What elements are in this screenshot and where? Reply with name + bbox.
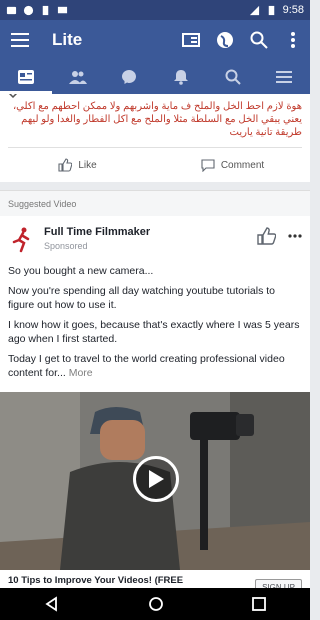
- play-icon: [149, 470, 164, 488]
- cta-row: 10 Tips to Improve Your Videos! (FREE WE…: [0, 570, 310, 588]
- bell-icon: [173, 70, 188, 85]
- search-icon: [225, 69, 241, 85]
- comment-label: Comment: [220, 159, 265, 171]
- comment-button[interactable]: Comment: [155, 158, 310, 172]
- search-button[interactable]: [242, 20, 276, 60]
- nav-tabs: [0, 60, 310, 94]
- ad-paragraph-text: Today I get to travel to the world creat…: [8, 353, 285, 379]
- ad-paragraph: Now you're spending all day watching you…: [8, 285, 275, 311]
- tab-search[interactable]: [207, 60, 259, 94]
- messenger-icon: [122, 70, 137, 84]
- app-title: Lite: [52, 30, 83, 49]
- book-icon: [182, 33, 200, 47]
- system-nav-bar: [0, 588, 310, 620]
- like-page-icon[interactable]: [256, 226, 276, 246]
- post-text: هوة لازم احط الخل والملح ف ماية واشربهم …: [12, 101, 302, 138]
- page-avatar[interactable]: [8, 226, 36, 254]
- ad-header: Full Time Filmmaker Sponsored: [0, 216, 310, 260]
- chevron-down-icon[interactable]: [8, 94, 18, 98]
- globe-button[interactable]: [208, 20, 242, 60]
- status-bar: 9:58: [0, 0, 310, 20]
- like-button[interactable]: Like: [0, 158, 155, 172]
- back-icon[interactable]: [44, 596, 60, 612]
- tab-friends[interactable]: [52, 60, 104, 94]
- recents-icon[interactable]: [252, 597, 266, 611]
- page-name[interactable]: Full Time Filmmaker: [44, 226, 150, 238]
- running-figure-logo-icon: [12, 227, 30, 253]
- more-vert-icon: [291, 32, 295, 48]
- sponsored-label: Sponsored: [44, 241, 88, 251]
- news-feed[interactable]: هوة لازم احط الخل والملح ف ماية واشربهم …: [0, 94, 310, 588]
- clock: 9:58: [282, 4, 304, 16]
- post-actions: Like Comment: [0, 148, 310, 182]
- home-icon[interactable]: [148, 596, 164, 612]
- message-notification-icon: [57, 6, 68, 13]
- tab-menu[interactable]: [258, 60, 310, 94]
- ad-paragraph: Today I get to travel to the world creat…: [8, 352, 302, 380]
- ad-paragraph: So you bought a new camera...: [8, 265, 154, 277]
- notification-icon: [6, 6, 17, 14]
- sd-card-icon: [42, 5, 49, 15]
- cta-title[interactable]: 10 Tips to Improve Your Videos! (FREE WE…: [8, 575, 228, 588]
- news-feed-icon: [17, 70, 34, 84]
- signal-icon: [249, 5, 259, 15]
- app-bar: Lite: [0, 20, 310, 60]
- post-body: هوة لازم احط الخل والملح ف ماية واشربهم …: [0, 94, 310, 147]
- more-horiz-icon[interactable]: [288, 234, 302, 238]
- ad-text: So you bought a new camera... Now you're…: [0, 260, 310, 392]
- comment-icon: [201, 158, 215, 172]
- reader-button[interactable]: [174, 20, 208, 60]
- overflow-menu-button[interactable]: [276, 20, 310, 60]
- sign-up-button[interactable]: SIGN UP: [255, 578, 302, 588]
- thumbs-up-icon: [58, 158, 73, 172]
- like-label: Like: [78, 159, 97, 171]
- ad-paragraph: I know how it goes, because that's exact…: [8, 319, 300, 345]
- globe-icon: [217, 32, 233, 48]
- tab-messages[interactable]: [103, 60, 155, 94]
- search-icon: [250, 31, 268, 49]
- play-button[interactable]: [133, 456, 179, 502]
- menu-button[interactable]: [0, 33, 40, 47]
- battery-icon: [268, 5, 274, 15]
- tab-notifications[interactable]: [155, 60, 207, 94]
- menu-lines-icon: [276, 71, 293, 83]
- tab-news-feed[interactable]: [0, 60, 52, 94]
- post-card: هوة لازم احط الخل والملح ف ماية واشربهم …: [0, 94, 310, 182]
- section-label: Suggested Video: [0, 190, 310, 216]
- suggested-video-card: Full Time Filmmaker Sponsored So you bou…: [0, 216, 310, 588]
- more-link[interactable]: More: [69, 367, 93, 379]
- video-thumbnail[interactable]: [0, 392, 310, 570]
- hamburger-icon: [11, 33, 29, 47]
- chat-notification-icon: [23, 5, 34, 15]
- friends-icon: [68, 71, 87, 84]
